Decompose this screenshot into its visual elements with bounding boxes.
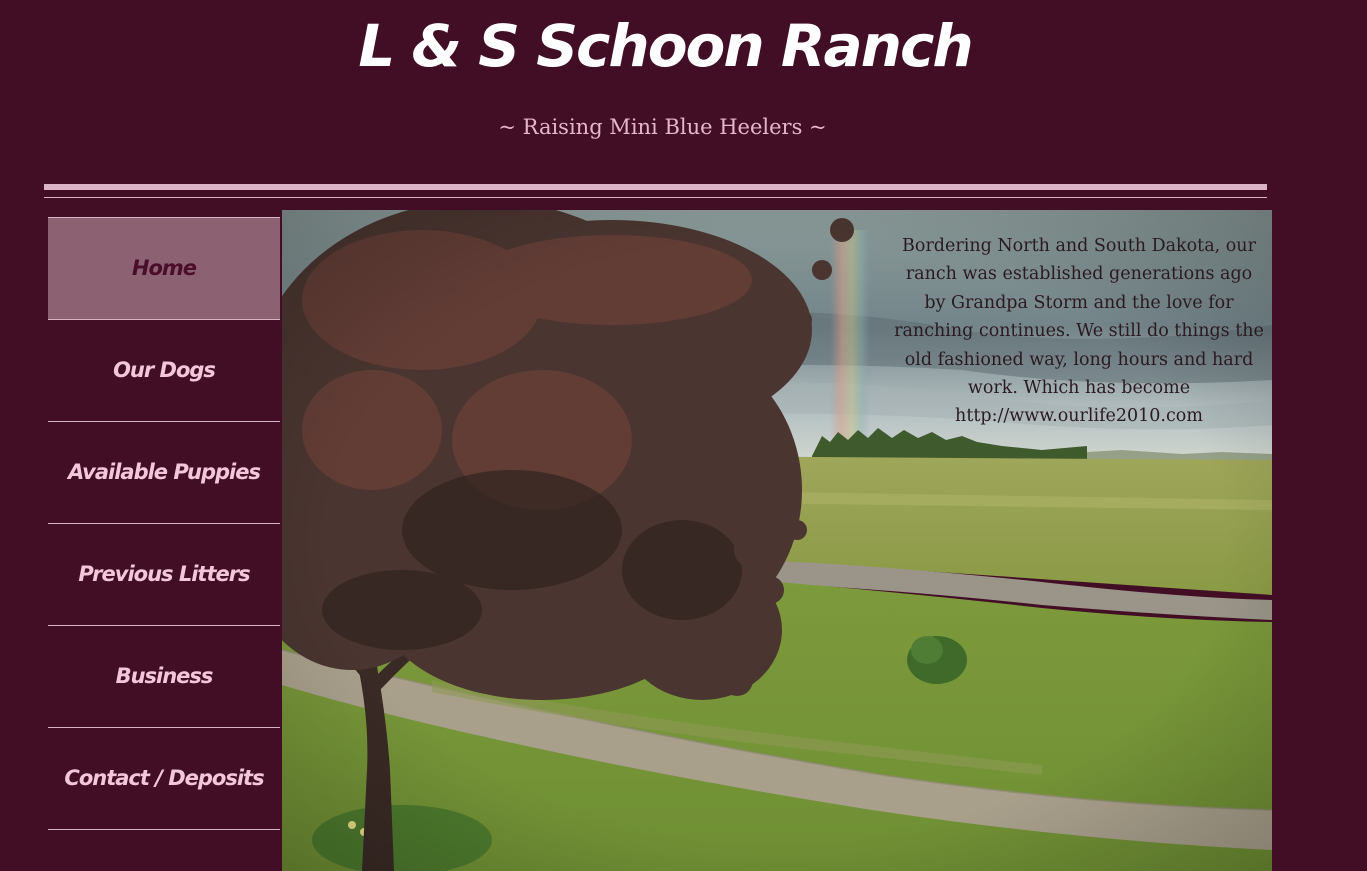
page: L & S Schoon Ranch ~ Raising Mini Blue H… [0,0,1367,871]
site-title: L & S Schoon Ranch [358,12,973,80]
nav-item-previous-litters[interactable]: Previous Litters [48,524,280,626]
hero-intro-text: Bordering North and South Dakota, our ra… [894,236,1264,427]
nav-item-business[interactable]: Business [48,626,280,728]
nav-item-our-dogs[interactable]: Our Dogs [48,320,280,422]
nav-item-contact-deposits[interactable]: Contact / Deposits [48,728,280,830]
nav-item-available-puppies[interactable]: Available Puppies [48,422,280,524]
site-tagline: ~ Raising Mini Blue Heelers ~ [498,115,827,139]
main-nav: Home Our Dogs Available Puppies Previous… [48,217,280,830]
hero-image: Bordering North and South Dakota, our ra… [282,210,1272,871]
header-divider-thin [44,197,1267,198]
header-divider-thick [44,184,1267,190]
nav-item-home[interactable]: Home [48,218,280,320]
